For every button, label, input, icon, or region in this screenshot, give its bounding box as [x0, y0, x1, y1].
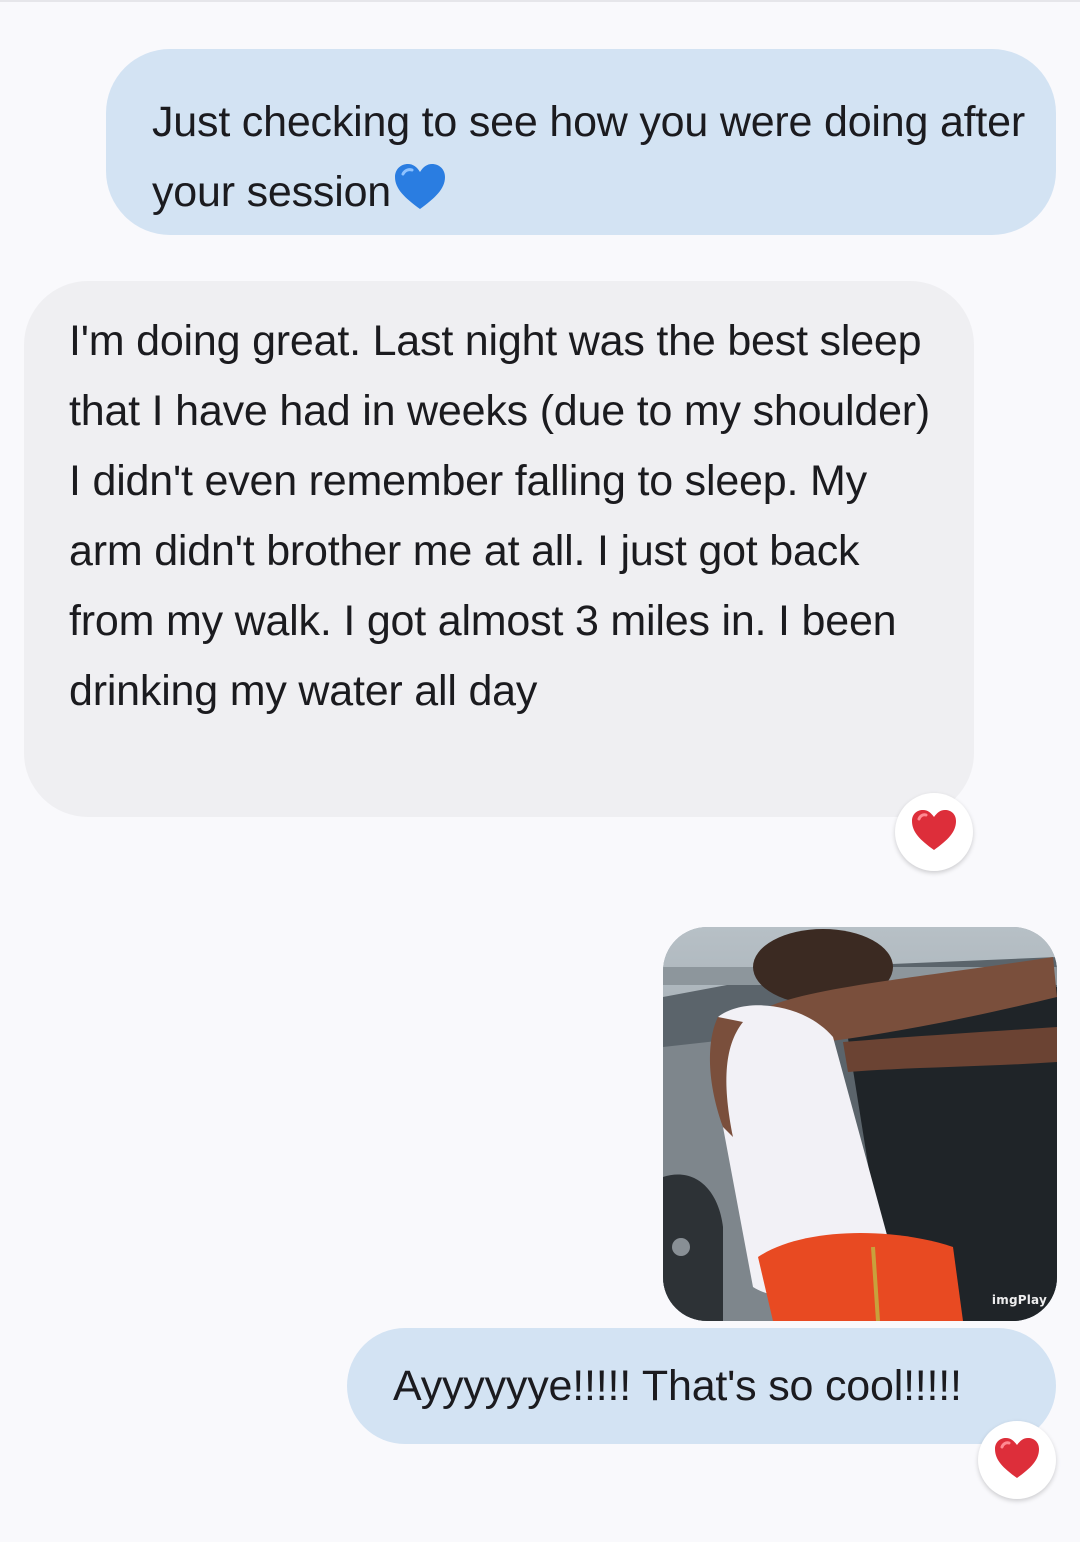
gif-image-message[interactable]: imgPlay	[663, 927, 1057, 1321]
blue-heart-emoji-icon	[393, 162, 447, 233]
outgoing-message-bubble[interactable]: Ayyyyyye!!!!! That's so cool!!!!!	[347, 1328, 1056, 1444]
outgoing-message-bubble[interactable]: Just checking to see how you were doing …	[106, 49, 1056, 235]
heart-reaction[interactable]	[895, 793, 973, 871]
red-heart-icon	[993, 1436, 1041, 1485]
gif-watermark: imgPlay	[991, 1293, 1047, 1307]
top-divider	[0, 0, 1080, 2]
message-text: I'm doing great. Last night was the best…	[69, 317, 931, 715]
message-text: Just checking to see how you were doing …	[152, 98, 1026, 216]
heart-reaction[interactable]	[978, 1421, 1056, 1499]
gif-image	[663, 927, 1057, 1321]
incoming-message-bubble[interactable]: I'm doing great. Last night was the best…	[24, 281, 974, 817]
red-heart-icon	[910, 808, 958, 857]
message-text: Ayyyyyye!!!!! That's so cool!!!!!	[393, 1362, 962, 1410]
